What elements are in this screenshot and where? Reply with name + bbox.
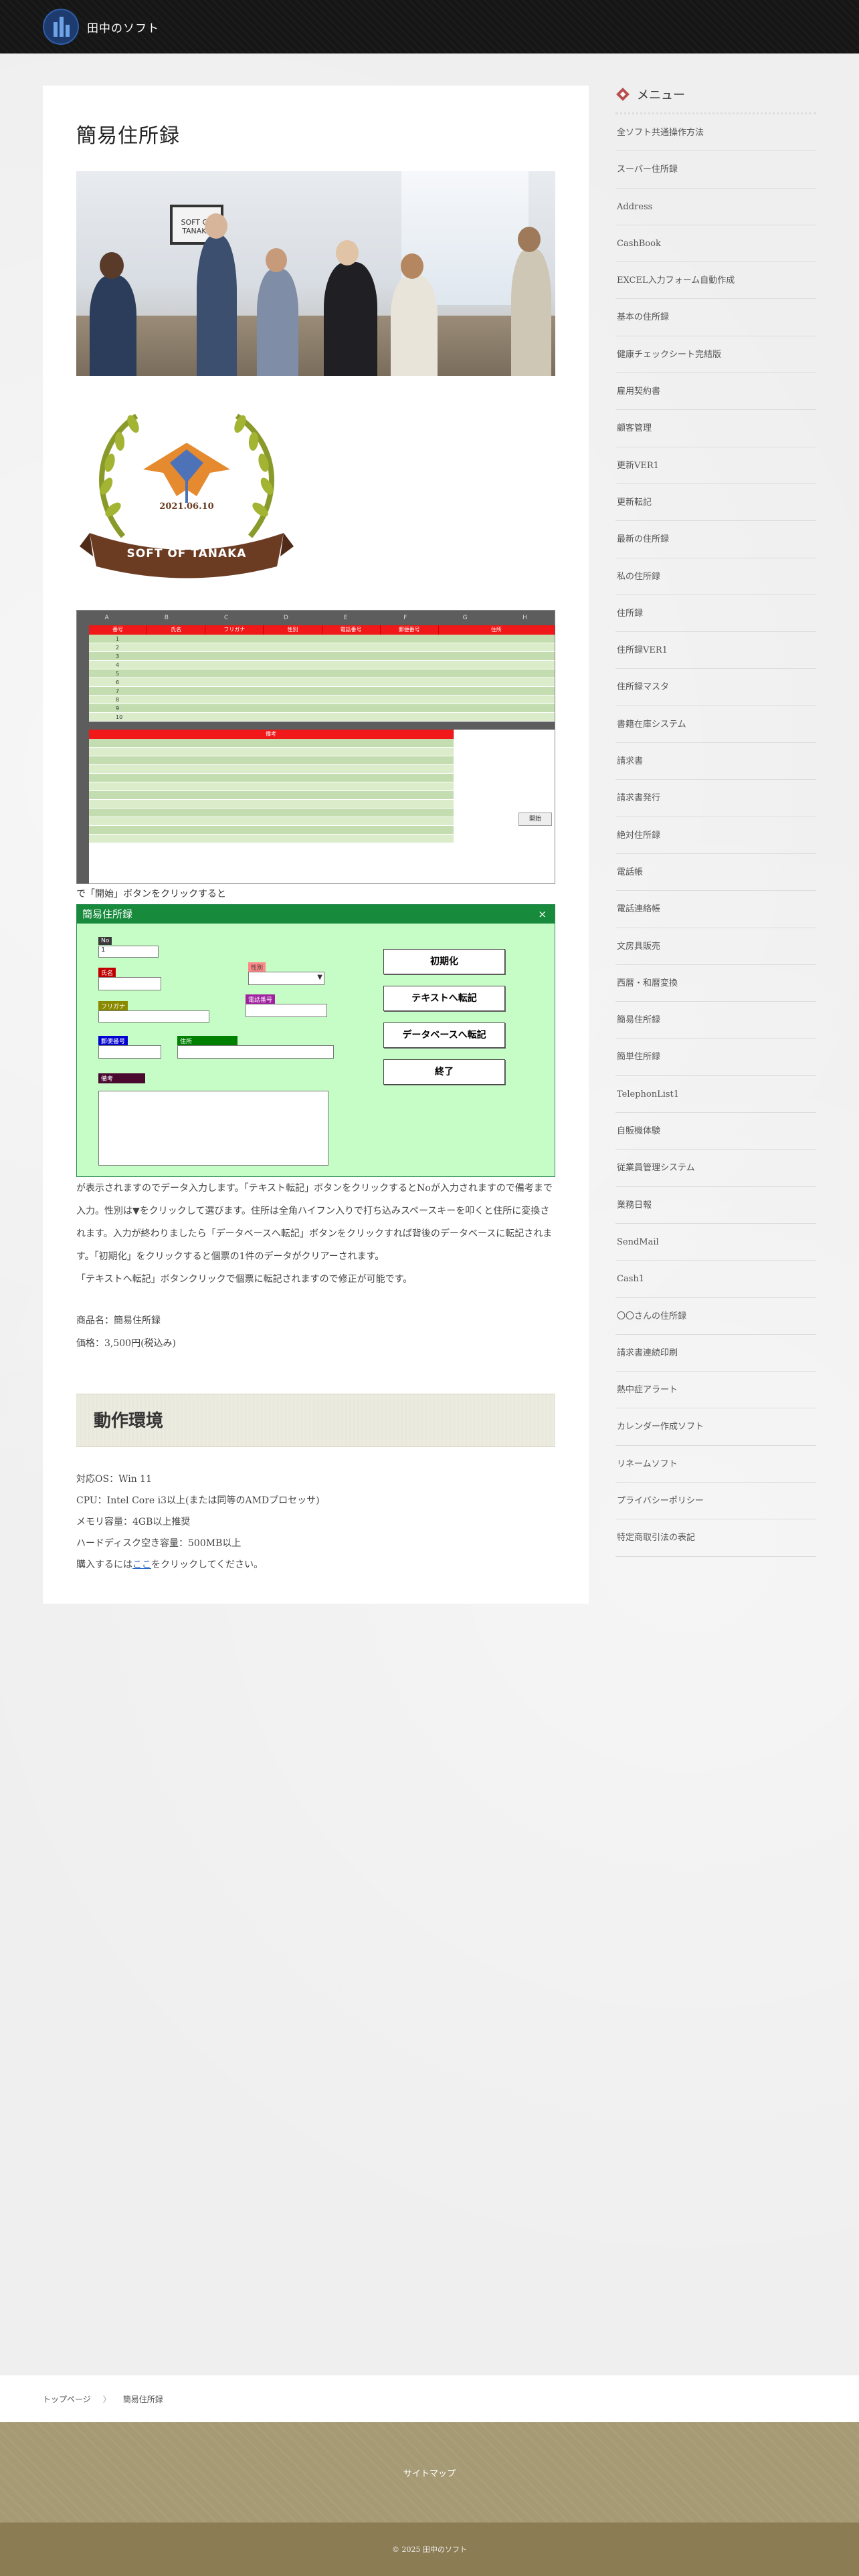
office-photo: SOFT OF TANAKA	[76, 171, 555, 376]
sidebar-menu-item[interactable]: 請求書連続印刷	[615, 1335, 816, 1372]
no-label: No	[98, 937, 112, 945]
excel-table-header: 番号 氏名 フリガナ 性別 電話番号 郵便番号 住所	[89, 625, 555, 635]
address-form-dialog: 簡易住所録 × No 1 氏名 フリガナ 性別 ▼ 電話番号 郵便番号 住所 備…	[76, 904, 555, 1177]
copyright: © 2025 田中のソフト	[0, 2523, 859, 2576]
chevron-down-icon: ▼	[317, 974, 322, 981]
init-button[interactable]: 初期化	[383, 949, 505, 974]
sidebar-menu-item[interactable]: 簡易住所録	[615, 1002, 816, 1039]
page-title: 簡易住所録	[76, 124, 180, 148]
to-database-button[interactable]: データベースへ転記	[383, 1023, 505, 1048]
address-field[interactable]	[177, 1045, 334, 1059]
product-name: 商品名：簡易住所録	[76, 1315, 161, 1326]
sidebar-menu: メニュー 全ソフト共通操作方法 スーパー住所録 Address CashBook EXC…	[615, 86, 816, 1557]
sidebar-menu-item[interactable]: 雇用契約書	[615, 373, 816, 411]
phone-label: 電話番号	[246, 994, 276, 1004]
note-field[interactable]	[98, 1091, 328, 1166]
quit-button[interactable]: 終了	[383, 1059, 505, 1085]
dialog-title: 簡易住所録	[82, 908, 133, 920]
sidebar-menu-item[interactable]: 私の住所録	[615, 558, 816, 595]
sidebar-menu-item[interactable]: 請求書発行	[615, 780, 816, 817]
sidebar-menu-item[interactable]: 簡単住所録	[615, 1039, 816, 1076]
gender-label: 性別	[248, 962, 266, 972]
sidebar-menu-item[interactable]: 請求書	[615, 743, 816, 780]
no-field[interactable]: 1	[98, 946, 159, 958]
emblem-date: 2021.06.10	[159, 502, 214, 512]
sidebar-menu-item[interactable]: 絶対住所録	[615, 817, 816, 854]
diamond-icon	[615, 87, 630, 102]
sidebar-menu-item[interactable]: 基本の住所録	[615, 299, 816, 336]
site-title[interactable]: 田中のソフト	[87, 19, 159, 35]
zip-field[interactable]	[98, 1045, 161, 1059]
system-requirements: 対応OS：Win 11 CPU：Intel Core i3以上(または同等のAM…	[76, 1469, 555, 1576]
sidebar-menu-item[interactable]: リネームソフト	[615, 1446, 816, 1483]
gender-select[interactable]: ▼	[248, 972, 324, 985]
main-article: 簡易住所録 SOFT OF TANAKA 2021.06.10 SOFT OF …	[43, 86, 589, 1604]
sidebar-menu-item[interactable]: 業務日報	[615, 1187, 816, 1224]
sidebar-menu-item[interactable]: 電話帳	[615, 854, 816, 891]
sidebar-menu-item[interactable]: 健康チェックシート完結版	[615, 336, 816, 374]
sitemap-link[interactable]: サイトマップ	[403, 2466, 456, 2479]
sidebar-menu-item[interactable]: 文房具販売	[615, 928, 816, 965]
site-footer: サイトマップ	[0, 2422, 859, 2523]
excel-sheet-screenshot: AB CD EF GH 番号 氏名 フリガナ 性別 電話番号 郵便番号 住所 1 2 …	[76, 610, 555, 884]
to-text-button[interactable]: テキストへ転記	[383, 986, 505, 1011]
breadcrumb: トップページ 〉 簡易住所録	[0, 2375, 859, 2422]
sidebar-menu-item[interactable]: EXCEL入力フォーム自動作成	[615, 262, 816, 300]
sidebar-menu-item[interactable]: CashBook	[615, 225, 816, 263]
sidebar-menu-item[interactable]: 書籍在庫システム	[615, 706, 816, 744]
caption-before-dialog: で「開始」ボタンをクリックすると	[76, 889, 226, 899]
sidebar-menu-item[interactable]: 更新VER1	[615, 447, 816, 484]
sidebar-menu-item[interactable]: 〇〇さんの住所録	[615, 1298, 816, 1335]
excel-data-rows: 1 2 3 4 5 6 7 8 9 10	[89, 635, 555, 722]
close-icon[interactable]: ×	[538, 905, 547, 924]
site-header: 田中のソフト	[0, 0, 859, 53]
breadcrumb-home[interactable]: トップページ	[43, 2393, 91, 2405]
name-field[interactable]	[98, 977, 161, 990]
sidebar-menu-item[interactable]: プライバシーポリシー	[615, 1483, 816, 1520]
sidebar-menu-item[interactable]: 最新の住所録	[615, 521, 816, 558]
sidebar-menu-item[interactable]: 自販機体験	[615, 1113, 816, 1150]
sidebar-menu-item[interactable]: 顧客管理	[615, 410, 816, 447]
sidebar-menu-item[interactable]: 住所録VER1	[615, 632, 816, 669]
env-heading: 動作環境	[76, 1394, 555, 1447]
product-price: 価格：3,500円(税込み)	[76, 1338, 177, 1349]
dialog-titlebar: 簡易住所録 ×	[77, 905, 555, 924]
purchase-link[interactable]: ここ	[132, 1560, 151, 1570]
sidebar-menu-item[interactable]: Cash1	[615, 1261, 816, 1298]
purchase-line: 購入するにはここをクリックしてください。	[76, 1560, 264, 1570]
sidebar-menu-item[interactable]: 全ソフト共通操作方法	[615, 114, 816, 152]
address-label: 住所	[177, 1036, 237, 1046]
sidebar-menu-item[interactable]: カレンダー作成ソフト	[615, 1408, 816, 1446]
zip-label: 郵便番号	[98, 1036, 128, 1046]
sidebar-menu-item[interactable]: 更新転記	[615, 484, 816, 522]
sidebar-menu-item[interactable]: TelephonList1	[615, 1076, 816, 1113]
sidebar-menu-item[interactable]: 住所録	[615, 595, 816, 633]
sidebar-menu-item[interactable]: Address	[615, 189, 816, 225]
sidebar-menu-item[interactable]: スーパー住所録	[615, 151, 816, 189]
breadcrumb-separator: 〉	[102, 2394, 111, 2404]
menu-heading: メニュー	[615, 86, 816, 114]
kana-label: フリガナ	[98, 1001, 128, 1011]
building-logo-icon[interactable]	[43, 9, 79, 45]
sidebar-menu-item[interactable]: SendMail	[615, 1224, 816, 1261]
menu-list: 全ソフト共通操作方法 スーパー住所録 Address CashBook EXCEL入力フ…	[615, 114, 816, 1557]
kana-field[interactable]	[98, 1010, 209, 1023]
sidebar-menu-item[interactable]: 西暦・和暦変換	[615, 965, 816, 1002]
sidebar-menu-item[interactable]: 従業員管理システム	[615, 1150, 816, 1187]
name-label: 氏名	[98, 968, 116, 978]
emblem-banner-text: SOFT OF TANAKA	[126, 547, 247, 560]
product-info: 商品名：簡易住所録 価格：3,500円(税込み)	[76, 1309, 555, 1355]
breadcrumb-current: 簡易住所録	[122, 2394, 163, 2404]
phone-field[interactable]	[246, 1004, 327, 1017]
sidebar-menu-item[interactable]: 特定商取引法の表記	[615, 1519, 816, 1557]
sidebar-menu-item[interactable]: 熱中症アラート	[615, 1372, 816, 1409]
excel-column-headers: AB CD EF GH	[77, 611, 555, 625]
excel-note-header: 備考	[89, 730, 454, 739]
soft-of-tanaka-emblem: 2021.06.10 SOFT OF TANAKA	[76, 389, 297, 590]
excel-start-button[interactable]: 開始	[518, 813, 552, 826]
sidebar-menu-item[interactable]: 住所録マスタ	[615, 669, 816, 706]
usage-description: が表示されますのでデータ入力します。「テキスト転記」ボタンをクリックするとNoが…	[76, 1183, 553, 1285]
note-label: 備考	[98, 1073, 145, 1083]
sidebar-menu-item[interactable]: 電話連絡帳	[615, 891, 816, 928]
